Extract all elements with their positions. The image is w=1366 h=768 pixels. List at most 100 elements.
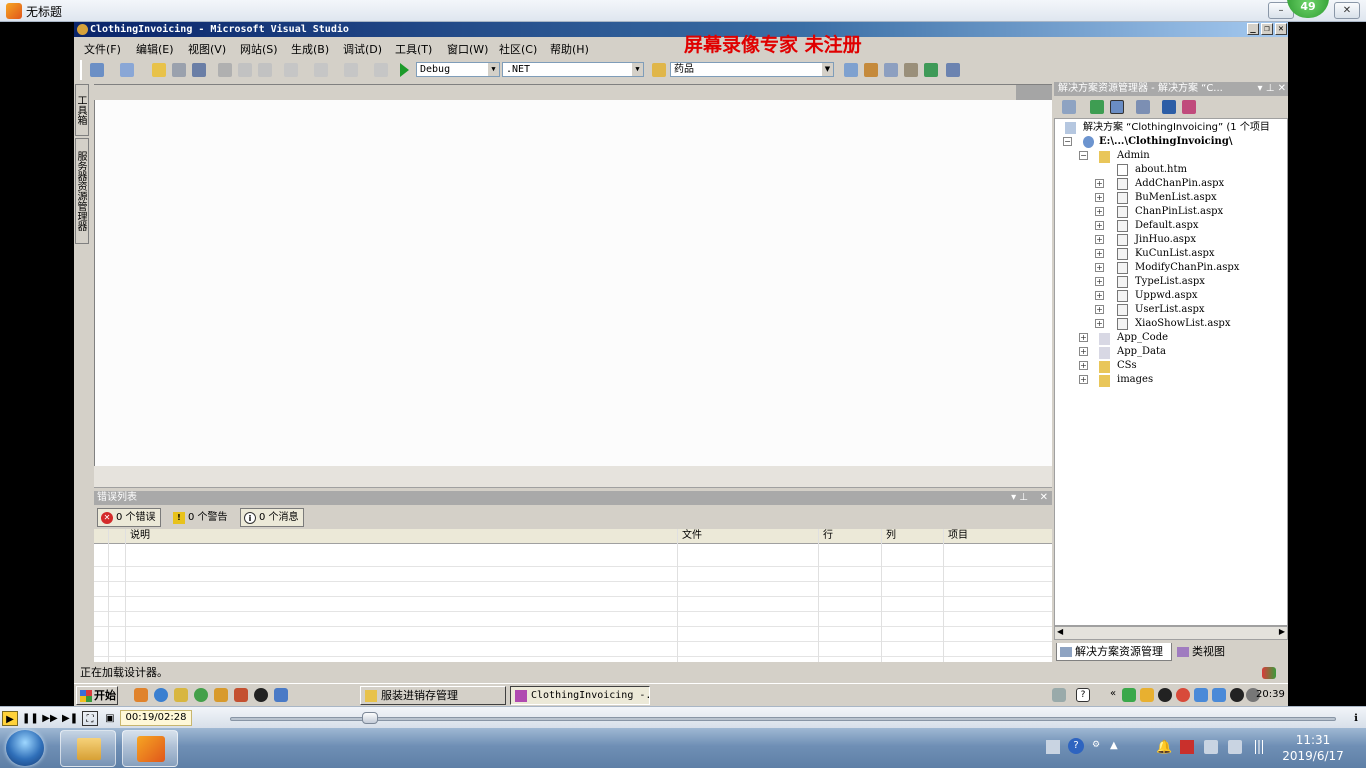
scroll-left-icon[interactable]: ◀ [1057, 627, 1063, 636]
fullscreen-icon[interactable]: ⛶ [82, 711, 98, 726]
cut-icon[interactable] [218, 63, 232, 77]
tree-file-xiaoshowlist[interactable]: + XiaoShowList.aspx [1095, 317, 1230, 331]
menu-help[interactable]: 帮助(H) [550, 41, 589, 57]
task-clothing-manager[interactable]: 服装进销存管理 [360, 686, 506, 705]
properties-icon[interactable] [1062, 100, 1076, 114]
show-hidden-icon[interactable]: ▲ [1110, 740, 1124, 754]
menu-community[interactable]: 社区(C) [499, 41, 537, 57]
show-all-files-icon[interactable] [1110, 100, 1124, 114]
volume-muted-icon[interactable] [1204, 740, 1218, 754]
platform-select[interactable]: .NET ▼ [502, 62, 644, 77]
notification-icon[interactable]: 🔔 [1156, 740, 1172, 755]
close-icon[interactable]: ✕ [1040, 491, 1048, 505]
col-file[interactable]: 文件 [677, 529, 818, 544]
tree-file-bumenlist[interactable]: + BuMenList.aspx [1095, 191, 1217, 205]
expand-icon[interactable]: + [1095, 277, 1104, 286]
tray-app-icon[interactable] [1176, 688, 1190, 702]
keyboard-icon[interactable] [1052, 688, 1066, 702]
menu-build[interactable]: 生成(B) [291, 41, 329, 57]
tree-file-addchanpin[interactable]: + AddChanPin.aspx [1095, 177, 1224, 191]
start-orb[interactable] [6, 730, 44, 766]
window-icon[interactable] [946, 63, 960, 77]
start-debugging-icon[interactable] [400, 63, 409, 77]
asp-config-icon[interactable] [1182, 100, 1196, 114]
expand-icon[interactable]: + [1095, 221, 1104, 230]
tree-solution-node[interactable]: 解决方案 “ClothingInvoicing” (1 个项目 [1065, 121, 1270, 135]
tree-file-about[interactable]: about.htm [1095, 163, 1187, 177]
expand-icon[interactable]: + [1079, 361, 1088, 370]
find-combo[interactable]: 药品 ▼ [670, 62, 834, 77]
paste-icon[interactable] [258, 63, 272, 77]
new-project-icon[interactable] [90, 63, 104, 77]
vs-restore-button[interactable]: ❐ [1261, 23, 1273, 35]
tree-file-jinhuo[interactable]: + JinHuo.aspx [1095, 233, 1196, 247]
vs-close-button[interactable]: ✕ [1275, 23, 1287, 35]
expand-icon[interactable]: + [1095, 291, 1104, 300]
desktop-icon[interactable] [174, 688, 188, 702]
tree-folder-images[interactable]: + images [1079, 373, 1153, 387]
task-visual-studio[interactable]: ClothingInvoicing -... [510, 686, 650, 705]
messages-filter-button[interactable]: i0 个消息 [240, 508, 304, 527]
info-icon[interactable]: ℹ [1348, 711, 1364, 726]
tree-folder-app-data[interactable]: + App_Data [1079, 345, 1166, 359]
expand-icon[interactable]: + [1079, 333, 1088, 342]
tree-folder-css[interactable]: + CSs [1079, 359, 1137, 373]
keyboard-icon[interactable] [1046, 740, 1060, 754]
start-button[interactable]: 开始 [76, 686, 118, 705]
solution-explorer-icon[interactable] [844, 63, 858, 77]
tray-qq-icon[interactable] [1158, 688, 1172, 702]
menu-edit[interactable]: 编辑(E) [136, 41, 174, 57]
tree-file-typelist[interactable]: + TypeList.aspx [1095, 275, 1205, 289]
config-select[interactable]: Debug ▼ [416, 62, 500, 77]
frame-icon[interactable]: ▣ [102, 711, 118, 726]
quicklaunch-icon[interactable] [134, 688, 148, 702]
collapse-icon[interactable]: − [1063, 137, 1072, 146]
menu-window[interactable]: 窗口(W) [447, 41, 488, 57]
collapse-icon[interactable]: − [1079, 151, 1088, 160]
security-alert-icon[interactable] [1180, 740, 1194, 754]
close-icon[interactable]: ▾ ⊥ ✕ [1255, 82, 1286, 96]
media-player-icon[interactable] [194, 688, 208, 702]
errors-filter-button[interactable]: ✕ 0 个错误 [97, 508, 161, 527]
object-browser-icon[interactable] [884, 63, 898, 77]
expand-icon[interactable]: + [1095, 263, 1104, 272]
browser-icon[interactable] [274, 688, 288, 702]
col-project[interactable]: 项目 [943, 529, 1052, 544]
copy-icon[interactable] [238, 63, 252, 77]
menu-debug[interactable]: 调试(D) [343, 41, 382, 57]
fast-forward-icon[interactable]: ▶▶ [42, 711, 58, 726]
add-item-icon[interactable] [120, 63, 134, 77]
expand-icon[interactable]: + [1095, 207, 1104, 216]
tray-qq-icon[interactable] [1230, 688, 1244, 702]
settings-icon[interactable]: ⚙ [1092, 740, 1106, 754]
tree-file-uppwd[interactable]: + Uppwd.aspx [1095, 289, 1198, 303]
start-page-icon[interactable] [924, 63, 938, 77]
help-icon[interactable]: ? [1076, 688, 1090, 702]
ie-icon[interactable] [154, 688, 168, 702]
copy-website-icon[interactable] [1162, 100, 1176, 114]
step-icon[interactable]: ▶❚ [62, 711, 78, 726]
horizontal-scrollbar[interactable]: ◀ ▶ [1054, 626, 1288, 640]
pause-icon[interactable]: ❚❚ [22, 711, 39, 726]
seek-track[interactable] [230, 717, 1336, 721]
tree-file-chanpinlist[interactable]: + ChanPinList.aspx [1095, 205, 1223, 219]
win7-clock[interactable]: 11:31 2019/6/17 [1278, 732, 1348, 764]
warnings-filter-button[interactable]: ! 0 个警告 [169, 508, 233, 527]
scroll-right-icon[interactable]: ▶ [1279, 627, 1285, 636]
save-icon[interactable] [172, 63, 186, 77]
tree-file-userlist[interactable]: + UserList.aspx [1095, 303, 1205, 317]
expand-icon[interactable]: + [1079, 375, 1088, 384]
play-icon[interactable]: ▶ [2, 711, 18, 726]
col-icon[interactable] [108, 529, 125, 544]
find-in-files-icon[interactable] [652, 63, 666, 77]
tray-app-icon[interactable] [1140, 688, 1154, 702]
tree-project-node[interactable]: − E:\...\ClothingInvoicing\ [1063, 135, 1232, 149]
properties-icon[interactable] [864, 63, 878, 77]
tray-expand-icon[interactable]: « [1110, 688, 1118, 702]
expand-icon[interactable]: + [1079, 347, 1088, 356]
security-icon[interactable] [234, 688, 248, 702]
app-icon[interactable] [214, 688, 228, 702]
tree-folder-admin[interactable]: − Admin [1079, 149, 1150, 163]
expand-icon[interactable]: + [1095, 305, 1104, 314]
pin-icon[interactable]: ▾ ⊥ [1011, 491, 1028, 505]
